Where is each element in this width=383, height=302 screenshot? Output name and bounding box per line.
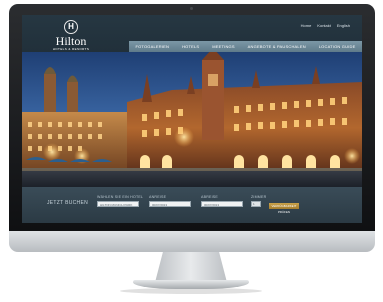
- hotel-label: WÄHLEN SIE EIN HOTEL: [97, 195, 144, 199]
- departure-date-field[interactable]: 00/07/2013: [201, 201, 243, 207]
- top-links: Home Kontakt English: [301, 23, 350, 28]
- nav-item-location-guide[interactable]: LOCATION GUIDE: [319, 44, 356, 49]
- munich-city-hall-photo: [22, 52, 362, 187]
- rooms-label: ZIMMER: [251, 195, 267, 199]
- top-link-language[interactable]: English: [337, 23, 350, 28]
- hotel-select[interactable]: HILTON MUNICH PARK: [97, 201, 139, 207]
- hero-image: [22, 52, 362, 187]
- nav-item-hotels[interactable]: HOTELS: [182, 44, 199, 49]
- hilton-logo[interactable]: H Hilton HOTELS & RESORTS: [51, 20, 91, 51]
- arrival-date-field[interactable]: 00/07/2013: [149, 201, 191, 207]
- logo-subtitle: HOTELS & RESORTS: [52, 47, 90, 51]
- check-availability-button[interactable]: VERFÜGBARKEIT PRÜFEN: [269, 203, 299, 214]
- monitor-stand-base: [133, 280, 249, 289]
- nav-item-offers[interactable]: ANGEBOTE & PAUSCHALEN: [248, 44, 306, 49]
- departure-label: ABREISE: [201, 195, 218, 199]
- booking-heading: JETZT BUCHEN: [47, 200, 89, 206]
- logo-name: Hilton: [55, 34, 87, 48]
- monitor-chin: [9, 231, 375, 252]
- screen: H Hilton HOTELS & RESORTS Home Kontakt E…: [22, 15, 362, 223]
- monitor-stand-neck: [155, 252, 227, 282]
- camera-icon: [190, 7, 193, 10]
- top-link-contact[interactable]: Kontakt: [317, 23, 331, 28]
- logo-badge-icon: H: [64, 20, 78, 34]
- top-link-home[interactable]: Home: [301, 23, 312, 28]
- booking-bar: JETZT BUCHEN WÄHLEN SIE EIN HOTEL HILTON…: [22, 187, 362, 223]
- nav-item-photo-galleries[interactable]: FOTOGALERIEN: [135, 44, 169, 49]
- arrival-label: ANREISE: [149, 195, 167, 199]
- nav-item-meetings[interactable]: MEETINGS: [212, 44, 235, 49]
- main-navigation: FOTOGALERIEN HOTELS MEETINGS ANGEBOTE & …: [129, 41, 362, 52]
- rooms-select[interactable]: 1: [251, 201, 261, 207]
